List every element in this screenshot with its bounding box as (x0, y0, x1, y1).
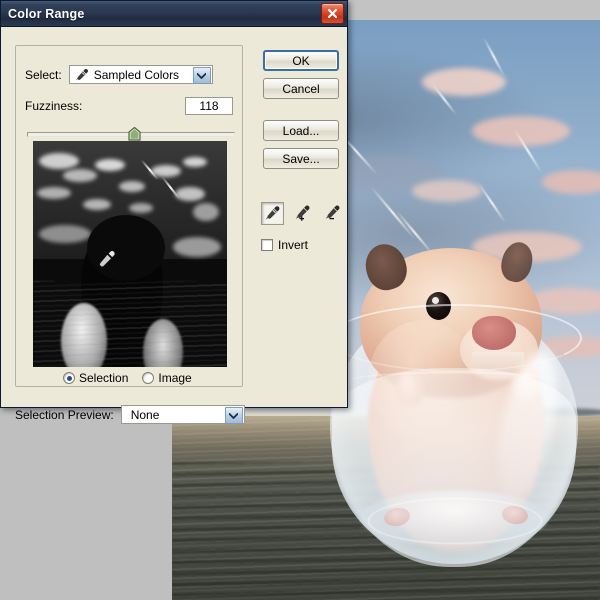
mask-cloud (39, 225, 91, 243)
radio-selection-dot (63, 372, 75, 384)
mask-cloud (183, 157, 207, 167)
eyedropper-minus-icon (324, 205, 341, 222)
cloud-puff (412, 180, 482, 202)
radio-image[interactable]: Image (142, 371, 191, 385)
fuzziness-input[interactable]: 118 (185, 97, 233, 115)
selection-preview-value: None (126, 408, 160, 422)
eyedropper-cursor-icon (95, 249, 117, 271)
eyedropper-tool-group (261, 202, 344, 225)
eyedropper-icon (74, 68, 89, 82)
select-dropdown-arrow[interactable] (193, 67, 211, 84)
selection-preview-row: Selection Preview: None (15, 405, 245, 424)
eyedropper-add-button[interactable] (291, 202, 314, 225)
select-row: Select: Sampled Colors (25, 65, 213, 84)
mask-cloud (193, 203, 219, 221)
radio-image-label: Image (158, 371, 191, 385)
fuzziness-label: Fuzziness: (25, 99, 82, 113)
chevron-down-icon (197, 73, 206, 79)
mask-cloud (173, 237, 221, 257)
mask-cloud (83, 199, 111, 210)
preview-mode-radios: Selection Image (63, 371, 192, 385)
close-button[interactable] (321, 3, 344, 24)
mask-cloud (39, 153, 79, 169)
fuzziness-slider[interactable] (27, 127, 233, 141)
mask-preview[interactable] (33, 141, 227, 367)
invert-label: Invert (278, 238, 308, 252)
mask-cloud (119, 181, 145, 192)
select-value: Sampled Colors (89, 68, 179, 82)
mask-cloud (95, 159, 125, 171)
fuzziness-row: Fuzziness: 118 (25, 97, 233, 115)
eyedropper-plus-icon (294, 205, 311, 222)
cloud-puff (422, 68, 506, 96)
radio-image-dot (142, 372, 154, 384)
invert-checkbox[interactable] (261, 239, 273, 251)
invert-checkbox-row[interactable]: Invert (261, 238, 308, 252)
close-x-icon (327, 8, 338, 19)
cancel-button[interactable]: Cancel (263, 78, 339, 99)
app-chrome-strip (350, 0, 600, 21)
hamster-eye-highlight (432, 297, 439, 304)
load-button[interactable]: Load... (263, 120, 339, 141)
save-button[interactable]: Save... (263, 148, 339, 169)
selection-preview-arrow[interactable] (225, 407, 243, 424)
eyedropper-button[interactable] (261, 202, 284, 225)
selection-preview-dropdown[interactable]: None (121, 405, 245, 424)
chevron-down-icon (229, 413, 238, 419)
dialog-title: Color Range (8, 7, 321, 21)
radio-selection[interactable]: Selection (63, 371, 128, 385)
select-label: Select: (25, 68, 62, 82)
slider-thumb[interactable] (128, 127, 141, 141)
eyedropper-subtract-button[interactable] (321, 202, 344, 225)
mask-cloud (37, 187, 71, 199)
ok-button[interactable]: OK (263, 50, 339, 71)
mask-cloud (63, 169, 97, 182)
fishbowl-base-edge (368, 498, 542, 544)
dialog-titlebar[interactable]: Color Range (1, 1, 347, 27)
selection-preview-label: Selection Preview: (15, 408, 114, 422)
mask-hamster-head (87, 215, 165, 281)
radio-selection-label: Selection (79, 371, 128, 385)
color-range-dialog: Color Range Select: Sampled Colors (0, 0, 348, 408)
mask-cloud (129, 203, 153, 213)
select-dropdown[interactable]: Sampled Colors (69, 65, 213, 84)
dialog-body: Select: Sampled Colors Fuzziness: 1 (1, 27, 347, 409)
eyedropper-icon (264, 205, 281, 222)
slider-thumb-icon (128, 127, 141, 141)
mask-water (33, 281, 227, 367)
mask-cloud (175, 187, 205, 201)
